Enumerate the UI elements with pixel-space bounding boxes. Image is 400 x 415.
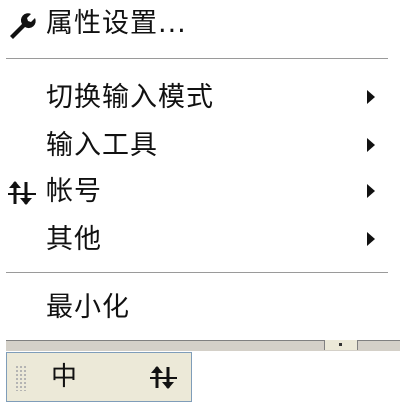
menu-item-properties[interactable]: 属性设置... [0,2,396,46]
menu-item-label: 帐号 [46,176,102,207]
menu-item-switch-input-mode[interactable]: 切换输入模式 [0,76,396,120]
menu-item-other[interactable]: 其他 [0,218,396,262]
menu-item-account[interactable]: 帐号 [0,170,396,214]
menu-item-label: 最小化 [46,292,130,323]
menu-item-input-tools[interactable]: 输入工具 [0,124,396,168]
menu-item-minimize[interactable]: 最小化 [0,286,396,330]
wrench-icon [10,13,36,39]
half-width-moon-icon[interactable] [103,363,123,391]
ime-status-bar[interactable]: 中 [6,352,192,402]
submenu-arrow-icon [367,232,375,246]
submenu-arrow-icon [367,138,375,152]
menu-item-label: 属性设置... [46,8,187,39]
menu-separator [6,58,388,60]
drag-handle-icon[interactable] [15,365,27,391]
submenu-arrow-icon [367,184,375,198]
account-switch-icon [8,181,36,205]
scrollbar-thumb[interactable] [324,340,358,350]
account-switch-icon[interactable] [149,363,179,391]
context-menu: 属性设置... 切换输入模式 输入工具 帐号 其他 最小化 [0,0,400,340]
submenu-arrow-icon [367,90,375,104]
menu-item-label: 切换输入模式 [46,82,214,113]
input-mode-toggle[interactable]: 中 [51,361,77,393]
menu-item-label: 输入工具 [46,130,158,161]
menu-separator [6,272,388,274]
menu-item-label: 其他 [46,224,102,255]
